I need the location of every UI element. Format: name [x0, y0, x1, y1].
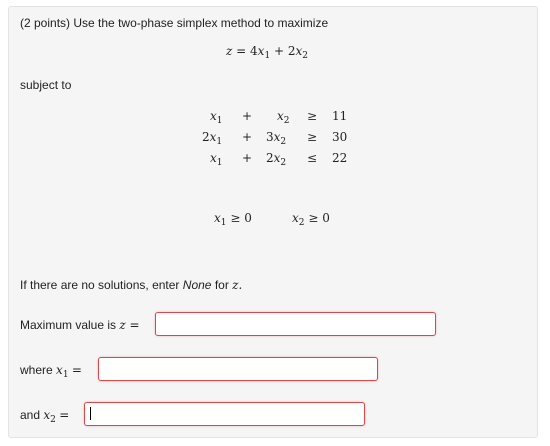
no-solution-note: If there are no solutions, enter None fo…	[20, 278, 243, 292]
x1-label: where x1 =	[20, 363, 82, 380]
constraint-3-relation: ≤	[307, 151, 318, 165]
objective-variable: z	[226, 44, 233, 58]
subject-to-label: subject to	[20, 78, 72, 92]
constraint-3-rhs: 22	[332, 151, 348, 165]
points-label: (2 points)	[20, 16, 71, 30]
constraint-2-rhs: 30	[332, 130, 348, 144]
problem-prompt: Use the two-phase simplex method to maxi…	[73, 16, 329, 30]
nonneg-x1: x1 ≥ 0	[214, 211, 252, 228]
x2-input-wrapper	[84, 402, 365, 426]
constraint-3-op: +	[242, 151, 253, 165]
nonneg-x2: x2 ≥ 0	[292, 211, 330, 228]
x1-input[interactable]	[98, 357, 378, 381]
constraint-1-relation: ≥	[307, 109, 318, 123]
constraint-1-op: +	[242, 109, 253, 123]
constraint-2-x1: 2x1	[202, 130, 223, 147]
constraint-1-x1: x1	[210, 109, 223, 126]
none-keyword: None	[182, 278, 212, 292]
constraint-2-op: +	[242, 130, 253, 144]
max-value-input[interactable]	[155, 312, 436, 336]
constraint-2-relation: ≥	[307, 130, 318, 144]
objective-function: z = 4x1 + 2x2	[226, 44, 309, 61]
constraint-3-x2: 2x2	[266, 151, 287, 168]
x2-label: and x2 =	[20, 408, 70, 425]
constraint-2-x2: 3x2	[266, 130, 287, 147]
text-caret	[90, 407, 91, 420]
constraint-1-rhs: 11	[332, 109, 348, 123]
x2-input[interactable]	[84, 402, 365, 426]
constraint-1-x2: x2	[277, 109, 290, 126]
constraint-3-x1: x1	[210, 151, 223, 168]
max-value-label: Maximum value is z =	[20, 318, 140, 332]
problem-statement: (2 points) Use the two-phase simplex met…	[20, 16, 328, 30]
